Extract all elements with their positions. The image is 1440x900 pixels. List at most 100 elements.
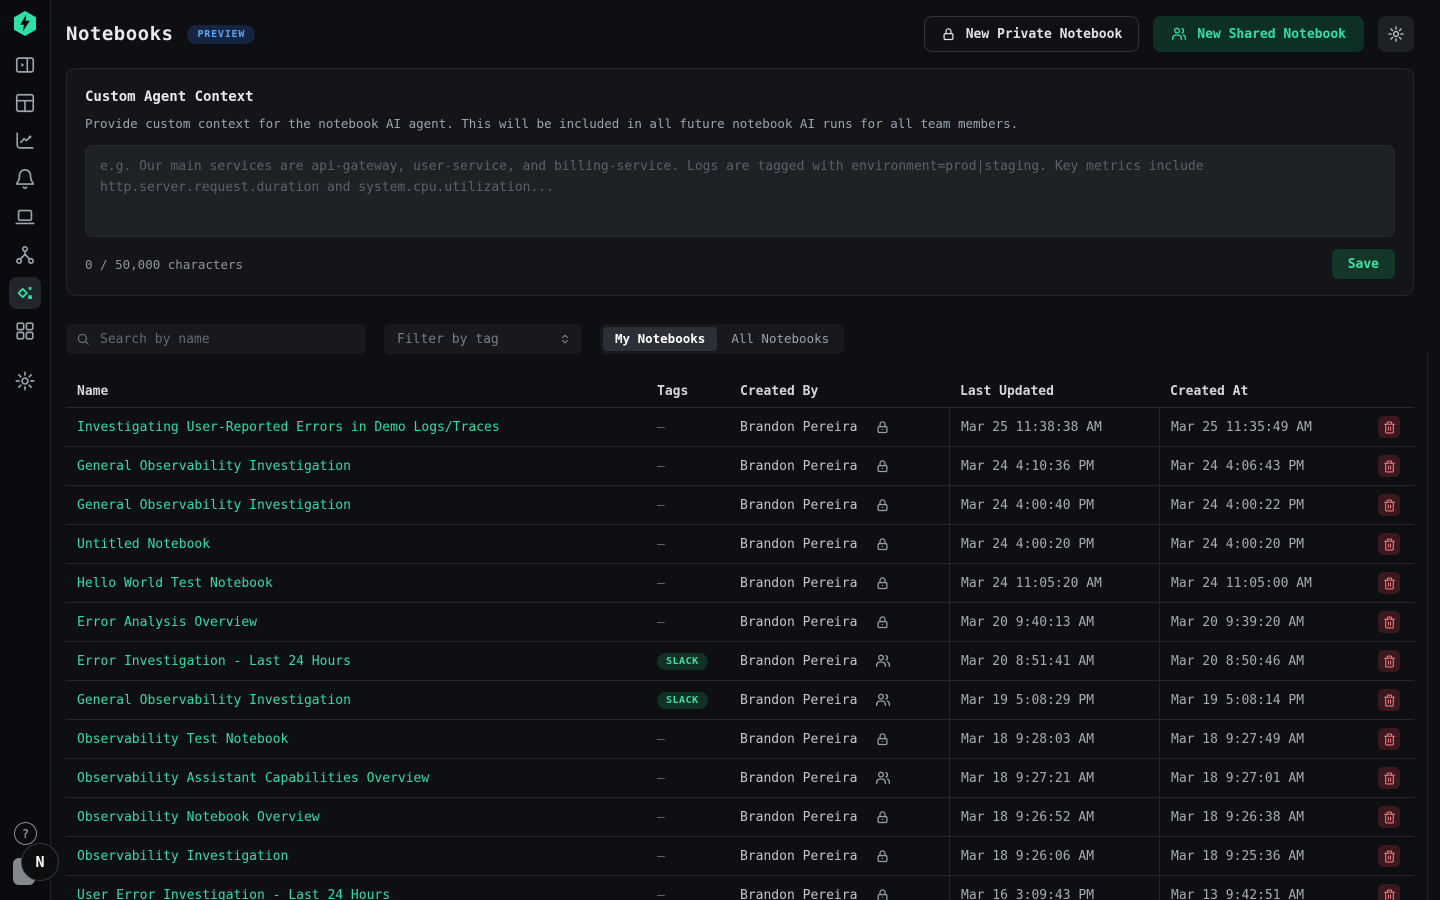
chevron-up-down-icon	[558, 332, 572, 346]
settings-gear-icon[interactable]	[9, 365, 41, 397]
created-by-name: Brandon Pereira	[740, 537, 857, 552]
search-box[interactable]	[66, 324, 366, 354]
column-header-created-by: Created By	[729, 384, 949, 399]
tag-cell-content: —	[657, 576, 665, 591]
shared-users-icon	[875, 653, 891, 669]
table-row[interactable]: General Observability Investigation — Br…	[66, 486, 1414, 525]
gear-icon	[1387, 25, 1405, 43]
app-logo-icon[interactable]	[11, 9, 39, 37]
new-private-notebook-button[interactable]: New Private Notebook	[924, 16, 1140, 52]
table-row[interactable]: General Observability Investigation SLAC…	[66, 681, 1414, 720]
column-header-name: Name	[66, 384, 646, 399]
bell-icon[interactable]	[9, 163, 41, 195]
notebook-name-link[interactable]: User Error Investigation - Last 24 Hours	[77, 888, 390, 900]
delete-notebook-button[interactable]	[1378, 650, 1400, 672]
created-at-cell: Mar 18 9:27:49 AM	[1171, 732, 1304, 747]
laptop-icon[interactable]	[9, 201, 41, 233]
hierarchy-icon[interactable]	[9, 239, 41, 271]
lock-icon	[875, 498, 890, 513]
created-by-name: Brandon Pereira	[740, 498, 857, 513]
last-updated-cell: Mar 18 9:26:06 AM	[961, 849, 1094, 864]
tag-cell-content: —	[657, 459, 665, 474]
tag-cell-content: —	[657, 771, 665, 786]
lock-icon	[875, 732, 890, 747]
notebooks-settings-button[interactable]	[1378, 16, 1414, 52]
table-row[interactable]: Observability Investigation — Brandon Pe…	[66, 837, 1414, 876]
notebook-name-link[interactable]: Observability Notebook Overview	[77, 810, 320, 825]
apps-grid-icon[interactable]	[9, 315, 41, 347]
notebook-name-link[interactable]: Error Analysis Overview	[77, 615, 257, 630]
save-button[interactable]: Save	[1332, 249, 1395, 279]
agent-context-textarea[interactable]	[85, 145, 1395, 237]
new-shared-notebook-button[interactable]: New Shared Notebook	[1153, 16, 1364, 52]
tag-cell-content: SLACK	[657, 653, 708, 670]
notebook-name-link[interactable]: Untitled Notebook	[77, 537, 210, 552]
table-row[interactable]: Observability Test Notebook — Brandon Pe…	[66, 720, 1414, 759]
table-row[interactable]: General Observability Investigation — Br…	[66, 447, 1414, 486]
tab-my-notebooks[interactable]: My Notebooks	[603, 327, 717, 351]
created-by-name: Brandon Pereira	[740, 420, 857, 435]
table-row[interactable]: User Error Investigation - Last 24 Hours…	[66, 876, 1414, 900]
created-by-name: Brandon Pereira	[740, 888, 857, 900]
table-row[interactable]: Untitled Notebook — Brandon Pereira Mar …	[66, 525, 1414, 564]
tag-filter-select[interactable]: Filter by tag	[384, 324, 582, 354]
created-by-name: Brandon Pereira	[740, 771, 857, 786]
notebook-name-link[interactable]: Investigating User-Reported Errors in De…	[77, 420, 500, 435]
delete-notebook-button[interactable]	[1378, 689, 1400, 711]
last-updated-cell: Mar 16 3:09:43 PM	[961, 888, 1094, 900]
notebook-name-link[interactable]: Observability Assistant Capabilities Ove…	[77, 771, 429, 786]
sparkles-icon[interactable]	[9, 277, 41, 309]
table-row[interactable]: Error Investigation - Last 24 Hours SLAC…	[66, 642, 1414, 681]
tab-all-notebooks[interactable]: All Notebooks	[719, 327, 841, 351]
notebook-name-link[interactable]: General Observability Investigation	[77, 498, 351, 513]
page-header: Notebooks PREVIEW New Private Notebook	[66, 0, 1414, 68]
delete-notebook-button[interactable]	[1378, 806, 1400, 828]
character-counter: 0 / 50,000 characters	[85, 257, 243, 272]
table-row[interactable]: Observability Assistant Capabilities Ove…	[66, 759, 1414, 798]
scrollbar-track[interactable]	[1427, 352, 1428, 900]
tag-cell-content: —	[657, 615, 665, 630]
presence-avatar[interactable]: N	[21, 843, 59, 881]
notebook-name-link[interactable]: Observability Investigation	[77, 849, 288, 864]
delete-notebook-button[interactable]	[1378, 494, 1400, 516]
delete-notebook-button[interactable]	[1378, 416, 1400, 438]
created-at-cell: Mar 18 9:25:36 AM	[1171, 849, 1304, 864]
notebook-name-link[interactable]: Hello World Test Notebook	[77, 576, 273, 591]
delete-notebook-button[interactable]	[1378, 728, 1400, 750]
notebook-name-link[interactable]: General Observability Investigation	[77, 459, 351, 474]
notebook-name-link[interactable]: Error Investigation - Last 24 Hours	[77, 654, 351, 669]
column-header-tags: Tags	[646, 384, 729, 399]
delete-notebook-button[interactable]	[1378, 884, 1400, 900]
delete-notebook-button[interactable]	[1378, 455, 1400, 477]
custom-agent-context-card: Custom Agent Context Provide custom cont…	[66, 68, 1414, 296]
delete-notebook-button[interactable]	[1378, 572, 1400, 594]
table-row[interactable]: Error Analysis Overview — Brandon Pereir…	[66, 603, 1414, 642]
panel-toggle-icon[interactable]	[9, 49, 41, 81]
lock-icon	[875, 615, 890, 630]
page-title: Notebooks	[66, 23, 173, 45]
tag-cell-content: —	[657, 537, 665, 552]
lock-icon	[875, 459, 890, 474]
new-shared-notebook-label: New Shared Notebook	[1197, 27, 1346, 42]
notebook-name-link[interactable]: Observability Test Notebook	[77, 732, 288, 747]
search-input[interactable]	[98, 331, 356, 348]
last-updated-cell: Mar 24 4:10:36 PM	[961, 459, 1094, 474]
delete-notebook-button[interactable]	[1378, 611, 1400, 633]
help-icon[interactable]: ?	[14, 822, 37, 845]
created-at-cell: Mar 25 11:35:49 AM	[1171, 420, 1312, 435]
notebooks-table-body: Investigating User-Reported Errors in De…	[66, 408, 1414, 900]
table-icon[interactable]	[9, 87, 41, 119]
table-row[interactable]: Observability Notebook Overview — Brando…	[66, 798, 1414, 837]
delete-notebook-button[interactable]	[1378, 845, 1400, 867]
shared-users-icon	[875, 770, 891, 786]
last-updated-cell: Mar 18 9:28:03 AM	[961, 732, 1094, 747]
last-updated-cell: Mar 25 11:38:38 AM	[961, 420, 1102, 435]
notebooks-page: ? N Notebooks PREVIEW New Private Notebo…	[0, 0, 1440, 900]
table-row[interactable]: Hello World Test Notebook — Brandon Pere…	[66, 564, 1414, 603]
table-row[interactable]: Investigating User-Reported Errors in De…	[66, 408, 1414, 447]
metrics-chart-icon[interactable]	[9, 125, 41, 157]
delete-notebook-button[interactable]	[1378, 533, 1400, 555]
notebook-name-link[interactable]: General Observability Investigation	[77, 693, 351, 708]
delete-notebook-button[interactable]	[1378, 767, 1400, 789]
lock-icon	[875, 537, 890, 552]
